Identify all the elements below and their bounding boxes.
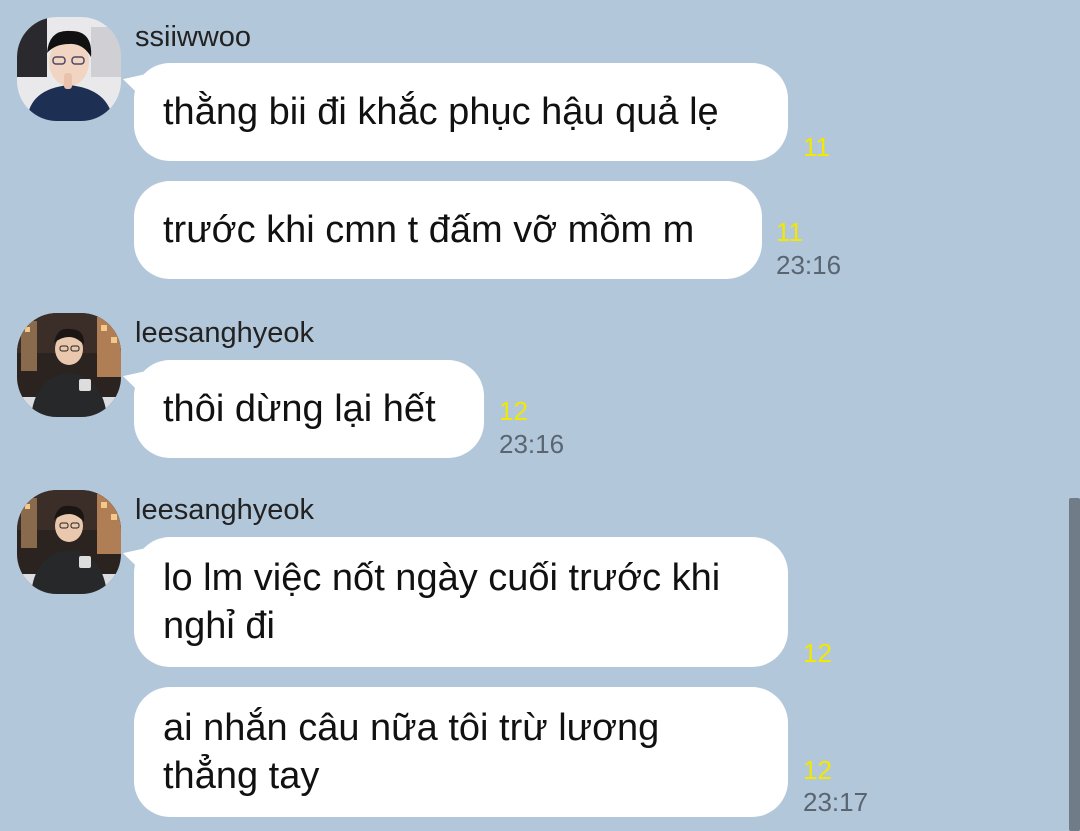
unread-count: 11 [776, 217, 803, 247]
message-bubble[interactable]: trước khi cmn t đấm vỡ mồm m [134, 181, 762, 279]
message-time: 23:17 [803, 787, 869, 817]
unread-count: 12 [499, 396, 528, 426]
message-time: 23:16 [776, 250, 842, 280]
profile-photo-icon [17, 313, 121, 417]
message-bubble[interactable]: thôi dừng lại hết [134, 360, 484, 458]
message-text: thằng bii đi khắc phục hậu quả lẹ [163, 91, 719, 133]
sender-name: ssiiwwoo [135, 21, 252, 53]
message-bubble[interactable]: ai nhắn câu nữa tôi trừ lương thẳng tay [134, 687, 788, 817]
message-text: trước khi cmn t đấm vỡ mồm m [163, 209, 695, 251]
message-time: 23:16 [499, 429, 565, 459]
message-text: lo lm việc nốt ngày cuối trước khi nghỉ … [163, 557, 721, 647]
unread-count: 11 [803, 132, 830, 162]
message-text: ai nhắn câu nữa tôi trừ lương thẳng tay [163, 707, 660, 797]
avatar[interactable] [17, 17, 121, 121]
message-bubble[interactable]: thằng bii đi khắc phục hậu quả lẹ [134, 63, 788, 161]
profile-photo-icon [17, 490, 121, 594]
profile-photo-icon [17, 17, 121, 121]
unread-count: 12 [803, 755, 832, 785]
message-bubble[interactable]: lo lm việc nốt ngày cuối trước khi nghỉ … [134, 537, 788, 667]
sender-name: leesanghyeok [135, 317, 314, 349]
message-text: thôi dừng lại hết [163, 388, 436, 430]
scrollbar[interactable] [1069, 498, 1080, 831]
avatar[interactable] [17, 490, 121, 594]
avatar[interactable] [17, 313, 121, 417]
sender-name: leesanghyeok [135, 494, 314, 526]
unread-count: 12 [803, 638, 832, 668]
